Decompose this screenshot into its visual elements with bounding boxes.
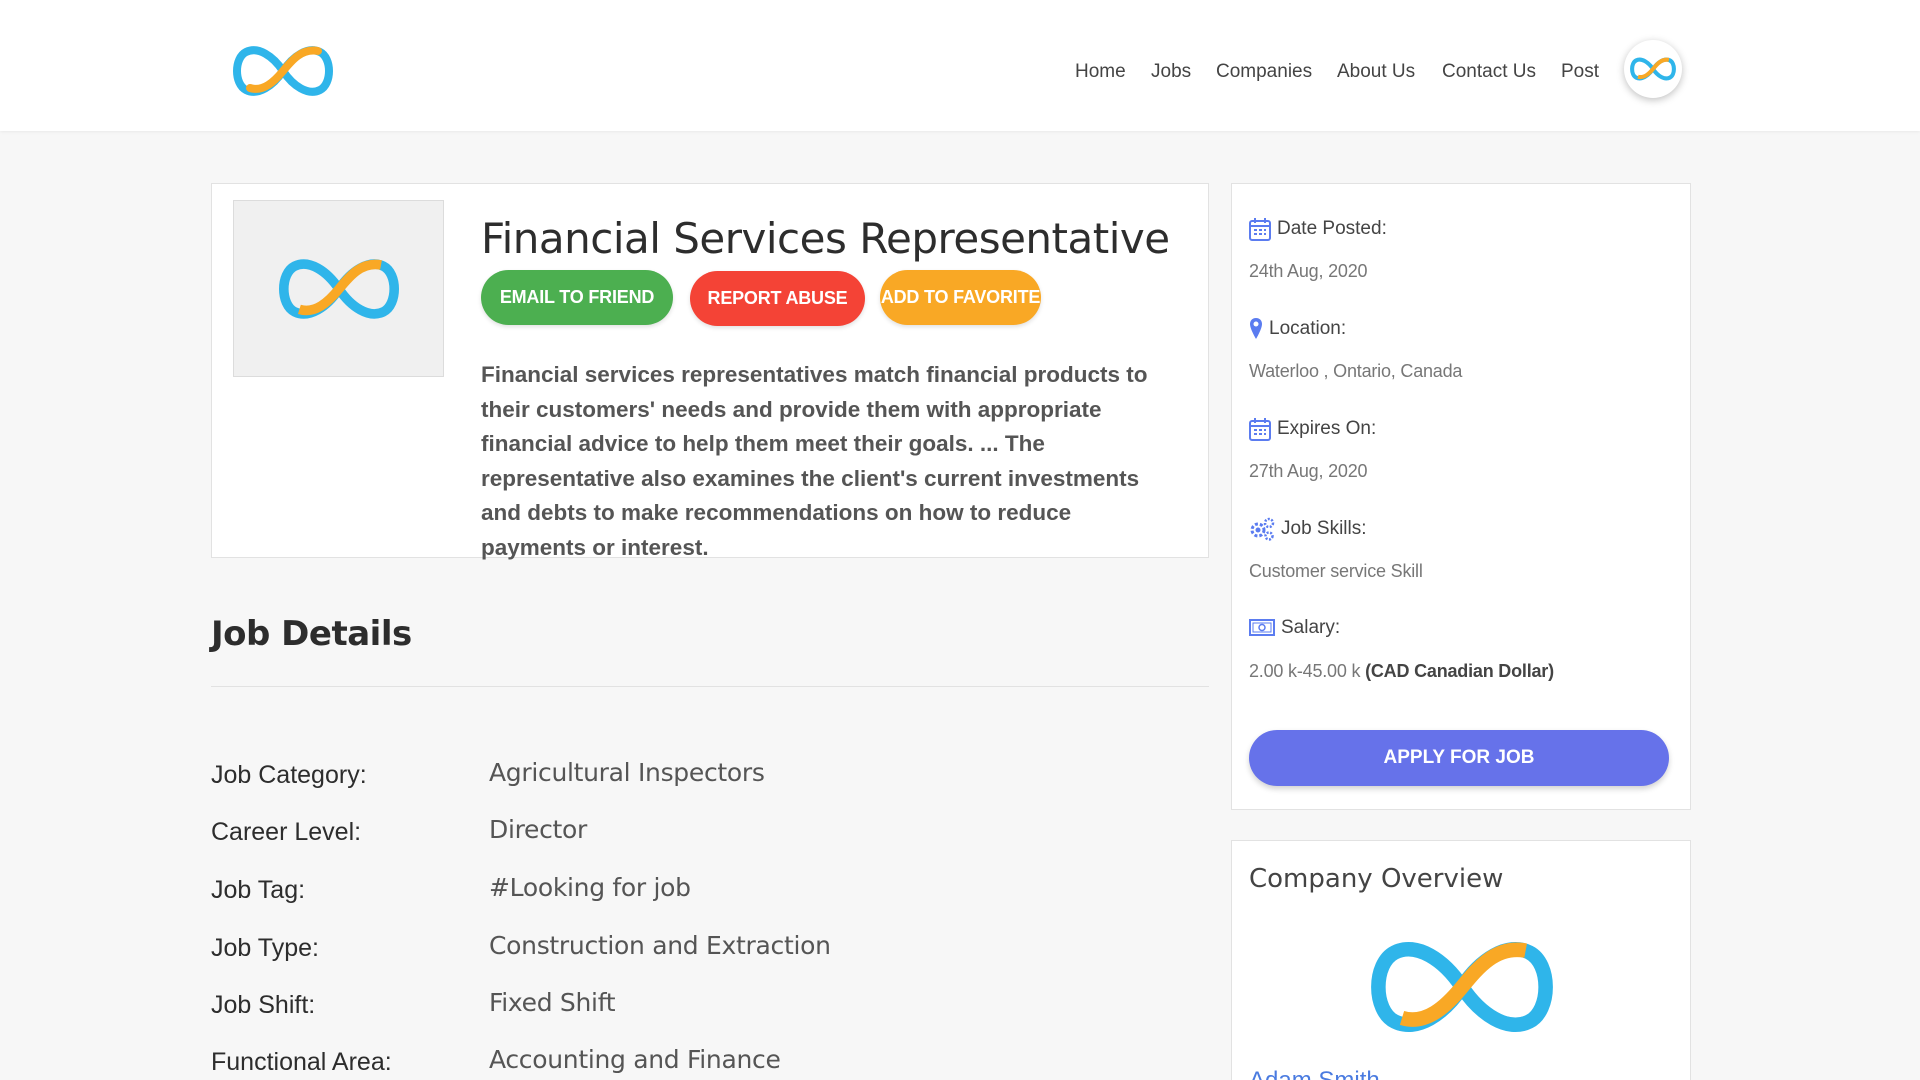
- location-text: Location:: [1269, 318, 1347, 339]
- salary-label: Salary:: [1249, 617, 1340, 639]
- expires-label: Expires On:: [1249, 417, 1376, 441]
- detail-label: Job Tag:: [211, 876, 306, 904]
- apply-for-job-button[interactable]: APPLY FOR JOB: [1249, 730, 1669, 786]
- infinity-logo-icon[interactable]: [228, 38, 338, 104]
- expires-value: 27th Aug, 2020: [1249, 461, 1368, 481]
- job-skills-text: Job Skills:: [1281, 518, 1367, 539]
- infinity-logo-icon: [278, 258, 399, 319]
- detail-label: Job Type:: [211, 934, 319, 962]
- company-name-link[interactable]: Adam Smith: [1249, 1067, 1380, 1080]
- job-summary-card: Financial Services Representative EMAIL …: [211, 183, 1209, 560]
- date-posted-value: 24th Aug, 2020: [1249, 261, 1368, 281]
- calendar-icon: [1249, 218, 1271, 241]
- location-label: Location:: [1249, 317, 1346, 341]
- detail-value: Agricultural Inspectors: [489, 758, 765, 787]
- salary-currency: (CAD Canadian Dollar): [1365, 661, 1554, 681]
- job-title: Financial Services Representative: [481, 214, 1170, 263]
- detail-value: Construction and Extraction: [489, 931, 831, 960]
- company-logo-thumbnail: [233, 200, 444, 377]
- date-posted-label: Date Posted:: [1249, 217, 1387, 241]
- detail-label: Career Level:: [211, 818, 362, 846]
- calendar-icon: [1249, 418, 1271, 441]
- nav-contact-link[interactable]: Contact Us: [1442, 61, 1536, 83]
- job-details-heading: Job Details: [211, 614, 412, 654]
- company-overview-title: Company Overview: [1249, 864, 1504, 894]
- add-to-favorite-button[interactable]: ADD TO FAVORITE: [880, 270, 1041, 325]
- date-posted-text: Date Posted:: [1277, 218, 1387, 239]
- user-avatar[interactable]: [1624, 40, 1682, 98]
- top-navigation-bar: Home Jobs Companies About Us Contact Us …: [0, 0, 1920, 131]
- job-description: Financial services representatives match…: [481, 362, 1148, 560]
- infinity-logo-icon[interactable]: [1362, 927, 1562, 1047]
- divider: [211, 686, 1209, 687]
- location-value: Waterloo , Ontario, Canada: [1249, 361, 1463, 381]
- detail-value: Accounting and Finance: [489, 1045, 781, 1074]
- detail-value: Director: [489, 815, 588, 844]
- money-icon: [1249, 619, 1275, 636]
- report-abuse-button[interactable]: REPORT ABUSE: [690, 271, 865, 326]
- infinity-logo-icon: [1630, 57, 1676, 81]
- detail-label: Job Shift:: [211, 991, 316, 1019]
- detail-label: Functional Area:: [211, 1048, 392, 1076]
- company-overview-card: Company Overview Adam Smith: [1231, 840, 1691, 1080]
- nav-companies-link[interactable]: Companies: [1216, 61, 1312, 83]
- job-skills-value: Customer service Skill: [1249, 561, 1423, 581]
- nav-post-link[interactable]: Post: [1561, 61, 1599, 83]
- detail-label: Job Category:: [211, 761, 367, 789]
- map-pin-icon: [1250, 318, 1262, 339]
- job-info-card: Date Posted: 24th Aug, 2020 Location: Wa…: [1231, 183, 1691, 810]
- salary-text: Salary:: [1281, 617, 1341, 638]
- email-to-friend-button[interactable]: EMAIL TO FRIEND: [481, 270, 673, 325]
- detail-value: #Looking for job: [489, 873, 691, 902]
- salary-range: 2.00 k-45.00 k: [1249, 661, 1361, 681]
- nav-jobs-link[interactable]: Jobs: [1151, 61, 1191, 83]
- job-skills-label: Job Skills:: [1249, 517, 1367, 541]
- gears-icon: [1250, 517, 1275, 541]
- salary-value: 2.00 k-45.00 k (CAD Canadian Dollar): [1249, 661, 1554, 682]
- nav-home-link[interactable]: Home: [1075, 61, 1126, 83]
- expires-text: Expires On:: [1277, 418, 1377, 439]
- detail-value: Fixed Shift: [489, 988, 616, 1017]
- nav-about-link[interactable]: About Us: [1337, 61, 1415, 83]
